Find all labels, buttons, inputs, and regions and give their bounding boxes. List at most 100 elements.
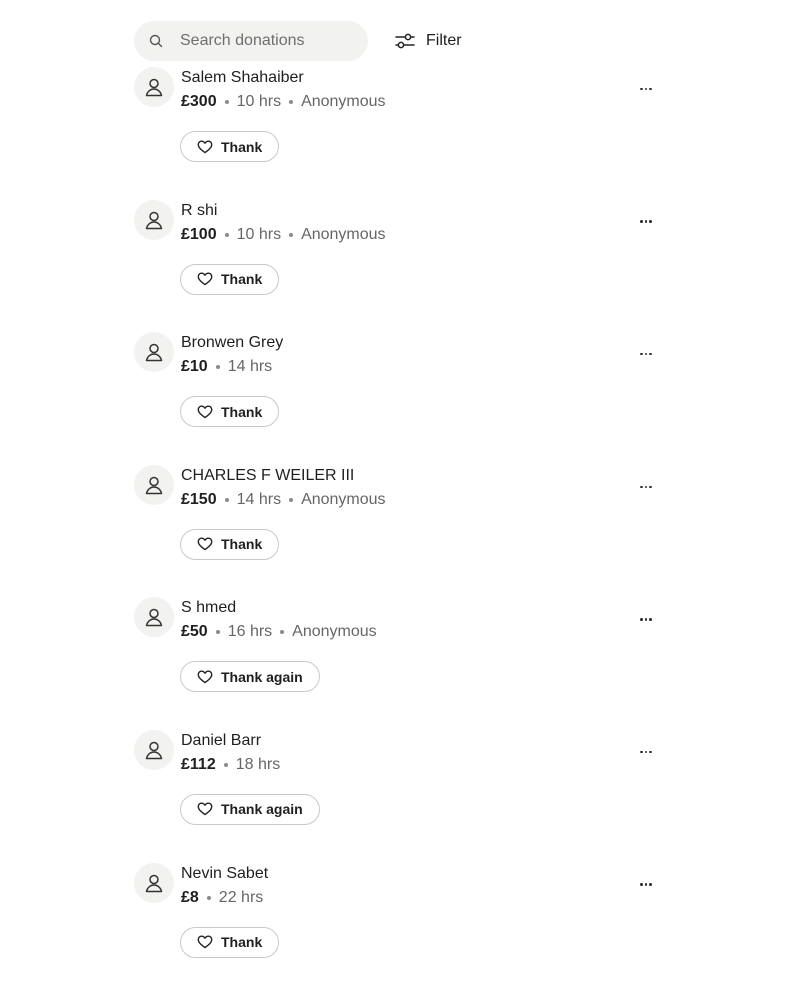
person-icon xyxy=(145,741,163,760)
thank-button[interactable]: Thank again xyxy=(180,793,320,825)
person-icon xyxy=(145,874,163,892)
donation-row: Nevin Sabet £8 22 hrs Thank xyxy=(134,862,674,995)
donation-time: 14 hrs xyxy=(236,490,282,508)
thank-button-label: Thank xyxy=(221,934,263,951)
donation-list: Salem Shahaiber £300 10 hrs Anonymous Th… xyxy=(134,67,674,995)
donation-meta: £50 16 hrs Anonymous xyxy=(181,623,377,641)
separator-dot xyxy=(289,100,294,104)
thank-button-label: Thank again xyxy=(221,668,303,685)
more-options-button[interactable] xyxy=(634,607,658,631)
donation-meta: £300 10 hrs Anonymous xyxy=(181,93,386,111)
donation-meta: £10 14 hrs xyxy=(181,358,272,376)
more-options-button[interactable] xyxy=(634,740,658,764)
person-icon xyxy=(145,211,163,229)
donation-time: 22 hrs xyxy=(218,888,264,906)
thank-button[interactable]: Thank again xyxy=(180,661,320,693)
search-input[interactable] xyxy=(180,21,360,61)
donation-meta: £150 14 hrs Anonymous xyxy=(181,491,386,509)
separator-dot xyxy=(206,895,211,900)
anonymous-label: Anonymous xyxy=(301,490,386,508)
person-icon xyxy=(145,343,163,362)
filter-button[interactable]: Filter xyxy=(394,27,462,55)
donation-time: 10 hrs xyxy=(236,225,282,243)
donation-row: Bronwen Grey £10 14 hrs Thank xyxy=(134,332,674,465)
separator-dot xyxy=(289,232,294,237)
donation-amount: £150 xyxy=(181,490,217,508)
donation-amount: £100 xyxy=(181,225,217,243)
donation-meta: £112 18 hrs xyxy=(181,756,280,774)
thank-button-label: Thank xyxy=(221,271,263,288)
donation-amount: £10 xyxy=(181,358,208,376)
more-options-button[interactable] xyxy=(634,77,658,101)
separator-dot xyxy=(215,630,220,635)
thank-button[interactable]: Thank xyxy=(180,926,280,958)
avatar xyxy=(134,464,174,505)
separator-dot xyxy=(224,497,229,502)
thank-button-label: Thank xyxy=(221,138,263,155)
separator-dot xyxy=(224,232,229,237)
donation-row: S hmed £50 16 hrs Anonymous Thank again xyxy=(134,597,674,730)
more-icon-dot xyxy=(640,352,643,356)
donation-row: CHARLES F WEILER III £150 14 hrs Anonymo… xyxy=(134,464,674,598)
heart-icon xyxy=(197,140,213,153)
separator-dot xyxy=(223,762,228,767)
donation-time: 18 hrs xyxy=(235,755,281,773)
more-icon-dot xyxy=(649,618,652,621)
heart-icon xyxy=(197,405,213,418)
donor-name: Bronwen Grey xyxy=(181,334,284,352)
more-icon-dot xyxy=(649,750,652,754)
thank-button[interactable]: Thank xyxy=(180,528,280,560)
more-options-button[interactable] xyxy=(634,873,658,897)
more-options-button[interactable] xyxy=(634,475,658,499)
donation-row: R shi £100 10 hrs Anonymous Thank xyxy=(134,199,674,333)
person-icon xyxy=(145,78,163,97)
more-options-button[interactable] xyxy=(634,342,658,366)
donor-name: R shi xyxy=(181,201,218,219)
search-box[interactable] xyxy=(134,21,368,61)
heart-icon xyxy=(197,802,213,816)
thank-button[interactable]: Thank xyxy=(180,131,280,162)
donor-name: Nevin Sabet xyxy=(181,864,269,882)
avatar xyxy=(134,597,174,638)
filter-sliders-icon xyxy=(395,33,415,49)
person-icon xyxy=(145,476,163,495)
heart-icon xyxy=(197,670,213,684)
more-icon-dot xyxy=(649,220,652,223)
more-icon-dot xyxy=(644,352,648,356)
donation-time: 16 hrs xyxy=(227,623,273,641)
heart-icon xyxy=(197,272,213,286)
donation-amount: £50 xyxy=(181,623,208,641)
donation-row: Daniel Barr £112 18 hrs Thank again xyxy=(134,729,674,863)
donation-amount: £112 xyxy=(181,755,216,773)
donor-name: Salem Shahaiber xyxy=(181,69,304,86)
person-icon xyxy=(145,609,163,627)
donor-name: CHARLES F WEILER III xyxy=(181,466,355,484)
anonymous-label: Anonymous xyxy=(301,93,386,110)
donation-meta: £8 22 hrs xyxy=(181,889,263,907)
more-icon-dot xyxy=(640,220,643,223)
more-options-button[interactable] xyxy=(634,210,658,234)
more-icon-dot xyxy=(640,485,643,489)
more-icon-dot xyxy=(644,883,648,886)
avatar xyxy=(134,67,174,107)
more-icon-dot xyxy=(644,750,648,754)
more-icon-dot xyxy=(649,87,652,91)
thank-button[interactable]: Thank xyxy=(180,396,280,428)
more-icon-dot xyxy=(640,618,643,621)
more-icon-dot xyxy=(644,87,648,91)
more-icon-dot xyxy=(649,883,652,886)
donation-meta: £100 10 hrs Anonymous xyxy=(181,226,386,244)
more-icon-dot xyxy=(644,220,648,223)
filter-label: Filter xyxy=(426,32,462,49)
more-icon-dot xyxy=(640,750,643,754)
thank-button[interactable]: Thank xyxy=(180,263,280,295)
thank-button-label: Thank xyxy=(221,403,263,420)
donation-amount: £8 xyxy=(181,888,199,906)
more-icon-dot xyxy=(649,485,652,489)
separator-dot xyxy=(289,497,294,502)
separator-dot xyxy=(224,100,229,104)
thank-button-label: Thank again xyxy=(221,801,303,818)
donor-name: S hmed xyxy=(181,599,237,617)
donations-toolbar: Filter xyxy=(134,21,694,61)
thank-button-label: Thank xyxy=(221,536,263,553)
